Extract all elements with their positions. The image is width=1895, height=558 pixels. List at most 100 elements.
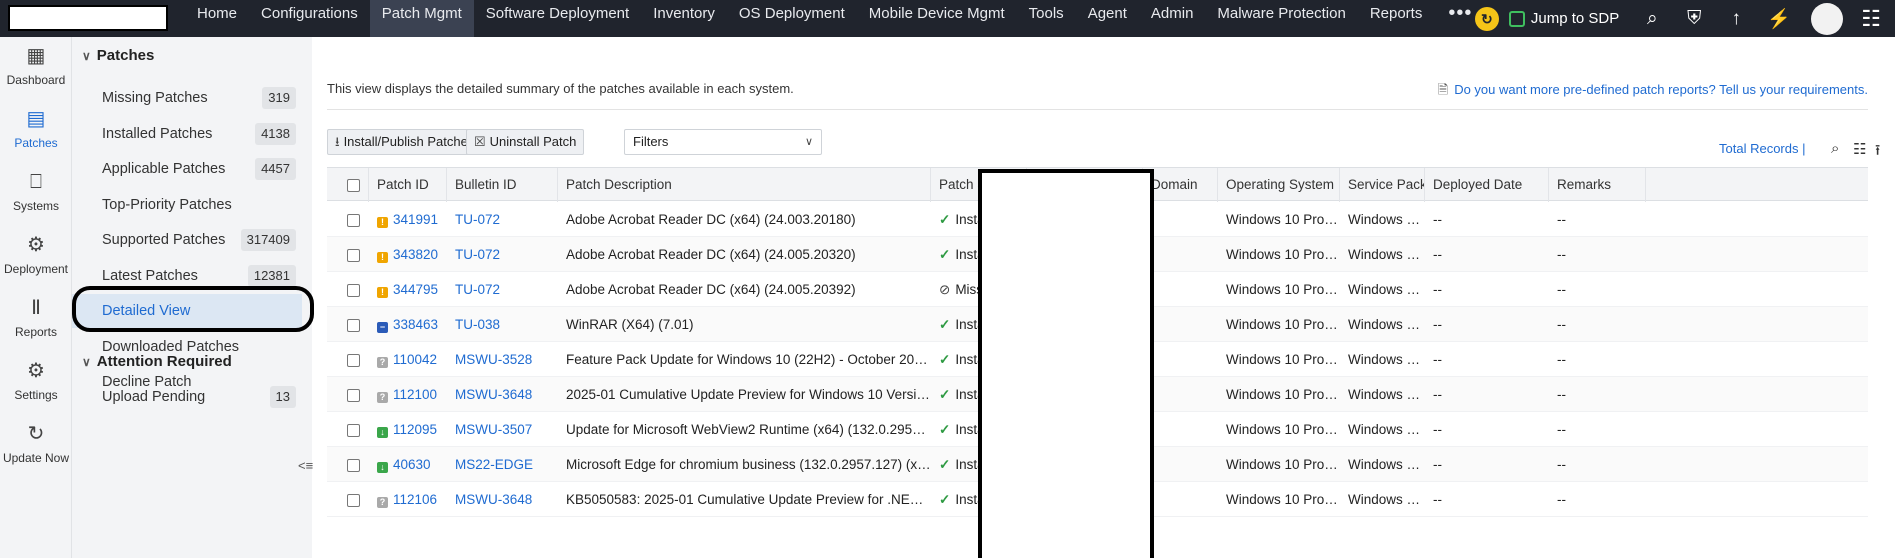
filters-dropdown[interactable]: Filters ∨ [624,129,822,155]
shield-icon[interactable]: ⛨ [1683,8,1705,30]
remarks: -- [1557,457,1566,472]
nav-item-patch-mgmt[interactable]: Patch Mgmt [369,0,474,37]
column-header-operating-system[interactable]: Operating System [1218,168,1340,202]
rail-item-dashboard[interactable]: ▦ Dashboard [0,43,72,87]
install-publish-button[interactable]: ⭳ Install/Publish Patches [327,129,483,155]
patch-id-link[interactable]: 112095 [393,422,437,437]
column-chooser-icon[interactable]: ☷ [1853,140,1866,158]
bulletin-id-link[interactable]: TU-072 [455,282,500,297]
nav-item-agent[interactable]: Agent [1076,0,1139,37]
check-icon: ✓ [939,457,951,472]
sdp-logo-icon[interactable]: ↻ [1474,6,1499,31]
sidebar-item-installed-patches[interactable]: Installed Patches 4138 [72,117,302,151]
bulletin-id-link[interactable]: MSWU-3648 [455,387,532,402]
collapse-sidebar-icon[interactable]: <≡ [298,458,313,473]
check-icon: ✓ [939,317,951,332]
sidebar-item-top-priority-patches[interactable]: Top-Priority Patches [72,188,302,222]
patch-id-link[interactable]: 343820 [393,247,438,262]
severity-icon: ? [377,357,388,368]
deployed-date: -- [1433,422,1442,437]
rail-item-reports[interactable]: Ⅱ Reports [0,295,72,339]
patch-id-link[interactable]: 338463 [393,317,438,332]
rail-item-deployment[interactable]: ⚙ Deployment [0,232,72,276]
patch-id-link[interactable]: 341991 [393,212,438,227]
rail-item-update-now[interactable]: ↻ Update Now [0,421,72,465]
bulletin-id-link[interactable]: TU-072 [455,247,500,262]
left-rail: ▦ Dashboard ▤ Patches ⎕ Systems ⚙ Deployment Ⅱ Re… [0,37,72,558]
nav-item-home[interactable]: Home [185,0,249,37]
sidebar-item-applicable-patches[interactable]: Applicable Patches 4457 [72,152,302,186]
row-checkbox[interactable] [347,423,360,437]
bulletin-id-link[interactable]: MS22-EDGE [455,457,533,472]
uninstall-patch-button[interactable]: ☒ Uninstall Patch [466,129,585,155]
patch-id-link[interactable]: 110042 [393,352,437,367]
jump-to-sdp-link[interactable]: Jump to SDP [1508,10,1619,27]
total-records-link[interactable]: Total Records | [1719,141,1805,156]
nav-item-admin[interactable]: Admin [1139,0,1206,37]
row-checkbox[interactable] [347,493,360,507]
sidebar-item-upload-pending[interactable]: Upload Pending 13 [72,380,302,414]
row-checkbox[interactable] [347,458,360,472]
nav-item-reports[interactable]: Reports [1358,0,1435,37]
row-checkbox[interactable] [347,318,360,332]
deployed-date: -- [1433,247,1442,262]
export-icon[interactable]: ⭱ [1875,140,1880,165]
patch-id-link[interactable]: 40630 [393,457,431,472]
column-header-remarks[interactable]: Remarks [1549,168,1646,202]
avatar[interactable] [1811,2,1844,35]
patch-id-link[interactable]: 112100 [393,387,437,402]
column-header-bulletin-id[interactable]: Bulletin ID [447,168,558,202]
nav-item-inventory[interactable]: Inventory [641,0,727,37]
row-checkbox[interactable] [347,248,360,262]
service-pack: Windows 10 V... [1348,387,1425,402]
bulletin-id-link[interactable]: TU-038 [455,317,500,332]
column-header-service-pack[interactable]: Service Pack [1340,168,1425,202]
nav-item-tools[interactable]: Tools [1017,0,1076,37]
nav-item-mobile-device-mgmt[interactable]: Mobile Device Mgmt [857,0,1017,37]
row-checkbox[interactable] [347,213,360,227]
column-header-domain[interactable]: Domain [1143,168,1218,202]
nav-item-software-deployment[interactable]: Software Deployment [474,0,641,37]
patch-id-link[interactable]: 112106 [393,492,437,507]
dashboard-icon: ▦ [26,45,46,67]
row-checkbox[interactable] [347,353,360,367]
nav-item-configurations[interactable]: Configurations [249,0,370,37]
section-patches[interactable]: ∨ Patches [82,47,154,64]
sidebar-item-detailed-view[interactable]: Detailed View [72,294,302,328]
severity-icon: ↓ [377,427,388,438]
chevron-down-icon: ∨ [82,49,91,63]
rail-item-patches[interactable]: ▤ Patches [0,106,72,150]
nav-item-malware-protection[interactable]: Malware Protection [1205,0,1357,37]
search-icon[interactable]: ⌕ [1831,140,1839,157]
sidebar-item-latest-patches[interactable]: Latest Patches 12381 [72,259,302,293]
patches-sidebar: ∨ Patches Missing Patches 319 Installed Pat… [72,37,312,558]
lightning-icon[interactable]: ⚡ [1767,7,1791,31]
sidebar-item-supported-patches[interactable]: Supported Patches 317409 [72,223,302,257]
remarks: -- [1557,317,1566,332]
request-reports-link[interactable]: 🗎 Do you want more pre-defined patch repo… [1438,81,1868,103]
column-header-deployed-date[interactable]: Deployed Date [1425,168,1549,202]
rail-item-systems[interactable]: ⎕ Systems [0,169,72,213]
rail-item-settings[interactable]: ⚙ Settings [0,358,72,402]
sidebar-item-missing-patches[interactable]: Missing Patches 319 [72,81,302,115]
deployed-date: -- [1433,317,1442,332]
check-icon: ✓ [939,212,951,227]
column-header-patch-description[interactable]: Patch Description [558,168,931,202]
row-checkbox[interactable] [347,388,360,402]
severity-icon: ! [377,217,388,228]
bulletin-id-link[interactable]: MSWU-3507 [455,422,532,437]
row-checkbox[interactable] [347,283,360,297]
nav-item-os-deployment[interactable]: OS Deployment [727,0,857,37]
bulletin-id-link[interactable]: MSWU-3648 [455,492,532,507]
patch-id-link[interactable]: 344795 [393,282,438,297]
bulletin-id-link[interactable]: MSWU-3528 [455,352,532,367]
search-icon[interactable]: ⌕ [1641,8,1663,30]
sidebar-item-label: Applicable Patches [102,161,226,177]
service-pack: Windows 10 V... [1348,422,1425,437]
rocket-icon[interactable]: ↑ [1725,8,1747,30]
column-header-patch-id[interactable]: Patch ID [369,168,447,202]
app-grid-icon[interactable]: ☷ [1861,6,1881,32]
section-attention-required[interactable]: ∨ Attention Required [82,353,232,370]
select-all-checkbox[interactable] [327,168,369,202]
bulletin-id-link[interactable]: TU-072 [455,212,500,227]
